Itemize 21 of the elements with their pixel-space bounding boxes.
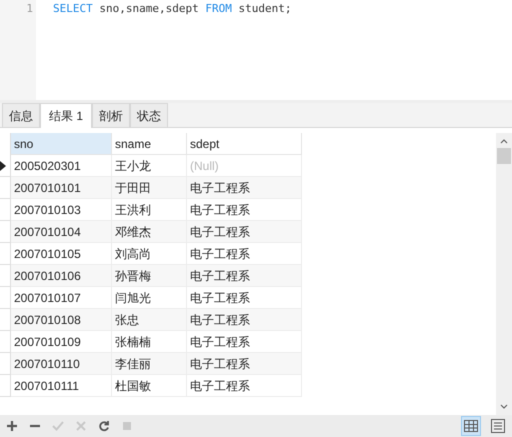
table-cell: 杜国敏 xyxy=(112,375,187,397)
grid-view-icon[interactable] xyxy=(461,416,481,436)
add-icon[interactable] xyxy=(4,418,20,434)
result-tab[interactable]: 剖析 xyxy=(92,103,130,127)
table-cell: 2007010111 xyxy=(11,375,112,397)
sql-code-line: SELECT sno,sname,sdept FROM student; xyxy=(53,1,292,17)
form-view-icon[interactable] xyxy=(488,416,508,436)
scrollbar[interactable] xyxy=(496,133,512,415)
column-header[interactable]: sname xyxy=(112,133,187,155)
result-tab[interactable]: 结果 1 xyxy=(40,103,92,128)
scroll-down-icon[interactable] xyxy=(500,403,508,411)
result-tab[interactable]: 信息 xyxy=(2,103,40,127)
column-header[interactable]: sdept xyxy=(187,133,302,155)
current-row-icon xyxy=(0,160,6,170)
result-tab[interactable]: 状态 xyxy=(130,103,168,127)
line-number: 1 xyxy=(26,1,33,17)
column-header[interactable]: sno xyxy=(11,133,112,155)
scroll-up-icon[interactable] xyxy=(500,137,508,145)
scroll-thumb[interactable] xyxy=(497,148,511,164)
table-cell: 电子工程系 xyxy=(187,375,302,397)
row-header[interactable] xyxy=(0,155,11,177)
